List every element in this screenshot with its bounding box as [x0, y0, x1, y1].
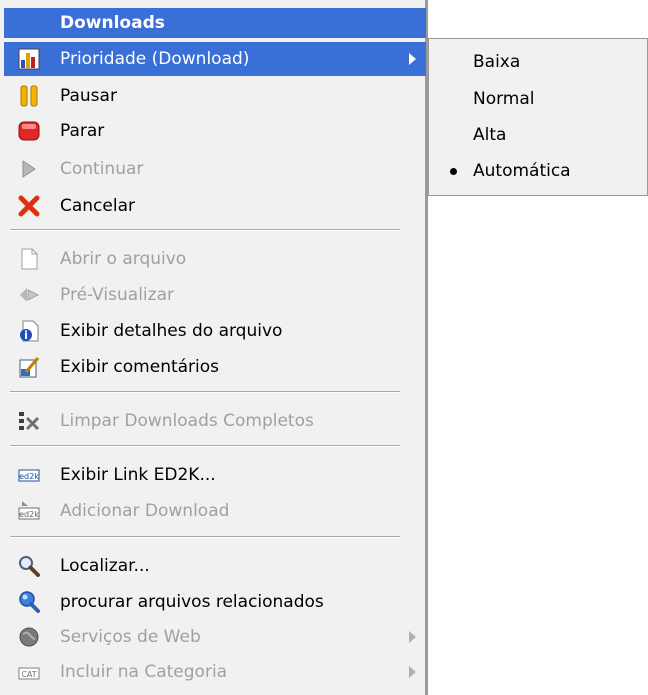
- file-info-icon: [20, 320, 39, 342]
- submenu-arrow-icon: [409, 53, 416, 65]
- menu-separator: [10, 229, 400, 231]
- svg-text:CAT: CAT: [21, 670, 36, 679]
- menu-item-show-ed2k-link[interactable]: ed2k Exibir Link ED2K...: [4, 458, 426, 492]
- search-related-icon: [19, 591, 40, 613]
- menu-item-open-file[interactable]: Abrir o arquivo: [4, 242, 426, 276]
- menu-item-label: Limpar Downloads Completos: [60, 411, 314, 431]
- magnifier-icon: [19, 556, 40, 577]
- priority-submenu: Baixa Normal Alta Automática: [428, 38, 648, 196]
- menu-item-find[interactable]: Localizar...: [4, 549, 426, 583]
- submenu-item-normal[interactable]: Normal: [429, 81, 647, 117]
- menu-item-add-to-category[interactable]: CAT Incluir na Categoria: [4, 655, 426, 689]
- clear-completed-icon: [19, 412, 40, 431]
- preview-icon: [20, 288, 40, 302]
- menu-item-label: Serviços de Web: [60, 627, 201, 647]
- category-icon: CAT: [18, 667, 40, 680]
- menu-item-file-details[interactable]: Exibir detalhes do arquivo: [4, 314, 426, 348]
- menu-item-label: procurar arquivos relacionados: [60, 592, 324, 612]
- context-menu: Downloads Prioridade (Download) Pausar P…: [0, 0, 428, 695]
- menu-item-label: Exibir comentários: [60, 357, 220, 377]
- cancel-x-icon: [18, 195, 40, 217]
- menu-item-label: Parar: [60, 121, 105, 141]
- menu-separator: [10, 391, 400, 393]
- menu-item-label: Prioridade (Download): [60, 49, 250, 69]
- menu-item-label: Exibir detalhes do arquivo: [60, 321, 283, 341]
- menu-item-comments[interactable]: Exibir comentários: [4, 350, 426, 384]
- stop-icon: [18, 121, 40, 141]
- menu-item-label: Exibir Link ED2K...: [60, 465, 216, 485]
- play-icon: [22, 160, 36, 178]
- svg-text:ed2k: ed2k: [19, 472, 39, 481]
- menu-item-label: Pré-Visualizar: [60, 285, 174, 305]
- radio-bullet-icon: [450, 168, 457, 175]
- menu-item-preview[interactable]: Pré-Visualizar: [4, 278, 426, 312]
- submenu-item-label: Automática: [473, 161, 571, 181]
- comments-icon: [19, 357, 40, 378]
- menu-item-clear-completed[interactable]: Limpar Downloads Completos: [4, 404, 426, 438]
- ed2k-add-icon: ed2k: [18, 501, 40, 520]
- menu-item-label: Abrir o arquivo: [60, 249, 187, 269]
- submenu-item-label: Alta: [473, 125, 507, 145]
- menu-item-add-download[interactable]: ed2k Adicionar Download: [4, 494, 426, 528]
- menu-item-label: Incluir na Categoria: [60, 662, 228, 682]
- globe-icon: [19, 627, 39, 647]
- menu-item-label: Adicionar Download: [60, 501, 230, 521]
- menu-item-web-services[interactable]: Serviços de Web: [4, 620, 426, 654]
- menu-item-label: Continuar: [60, 159, 144, 179]
- menu-item-continue[interactable]: Continuar: [4, 152, 426, 186]
- submenu-item-label: Normal: [473, 89, 535, 109]
- ed2k-link-icon: ed2k: [18, 469, 40, 482]
- menu-item-search-related[interactable]: procurar arquivos relacionados: [4, 585, 426, 619]
- priority-chart-icon: [18, 48, 40, 70]
- submenu-item-automatic[interactable]: Automática: [429, 153, 647, 189]
- menu-item-stop[interactable]: Parar: [4, 114, 426, 148]
- menu-item-priority[interactable]: Prioridade (Download): [4, 42, 426, 76]
- menu-separator: [10, 445, 400, 447]
- pause-icon: [20, 85, 38, 107]
- submenu-item-low[interactable]: Baixa: [429, 44, 647, 80]
- submenu-item-high[interactable]: Alta: [429, 117, 647, 153]
- menu-separator: [10, 536, 400, 538]
- menu-item-label: Pausar: [60, 86, 117, 106]
- submenu-item-label: Baixa: [473, 52, 521, 72]
- menu-item-label: Cancelar: [60, 196, 135, 216]
- menu-title: Downloads: [4, 8, 426, 38]
- menu-item-pause[interactable]: Pausar: [4, 79, 426, 113]
- menu-item-cancel[interactable]: Cancelar: [4, 189, 426, 223]
- submenu-arrow-icon: [409, 666, 416, 678]
- svg-text:ed2k: ed2k: [19, 510, 39, 519]
- submenu-arrow-icon: [409, 631, 416, 643]
- file-icon: [21, 248, 38, 270]
- menu-item-label: Localizar...: [60, 556, 150, 576]
